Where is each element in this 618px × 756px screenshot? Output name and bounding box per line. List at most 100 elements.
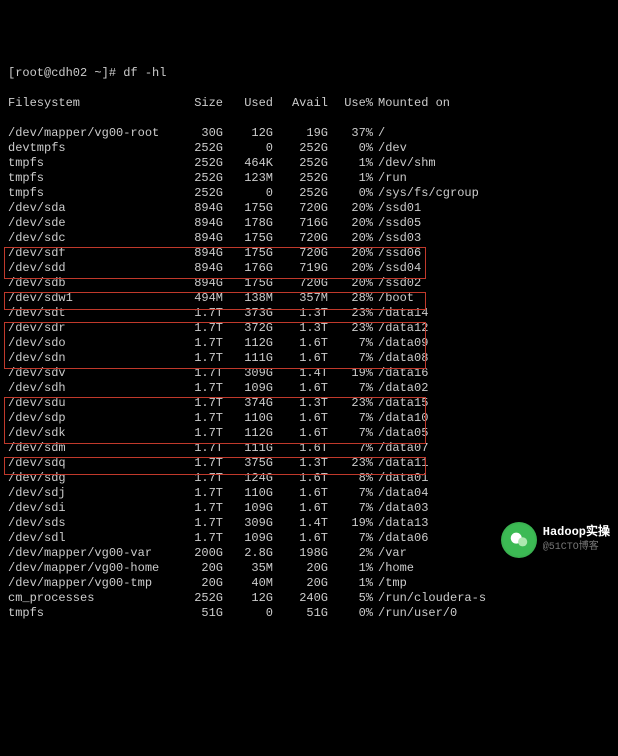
watermark-subtitle: @51CTO博客: [543, 540, 610, 555]
cell-used: 12G: [223, 591, 273, 606]
cell-fs: /dev/mapper/vg00-root: [8, 126, 183, 141]
cell-fs: /dev/sda: [8, 201, 183, 216]
cell-avail: 1.6T: [273, 381, 328, 396]
cell-avail: 252G: [273, 171, 328, 186]
cell-used: 2.8G: [223, 546, 273, 561]
cell-avail: 252G: [273, 156, 328, 171]
cell-used: 112G: [223, 336, 273, 351]
cell-avail: 1.4T: [273, 366, 328, 381]
cell-size: 1.7T: [183, 366, 223, 381]
prompt-prefix: [root@cdh02 ~]#: [8, 66, 123, 80]
cell-fs: /dev/sdg: [8, 471, 183, 486]
cell-size: 1.7T: [183, 426, 223, 441]
df-header-row: Filesystem Size Used Avail Use% Mounted …: [8, 96, 610, 111]
cell-used: 175G: [223, 276, 273, 291]
cell-avail: 1.6T: [273, 441, 328, 456]
watermark-text: Hadoop实操 @51CTO博客: [543, 525, 610, 555]
cell-usep: 20%: [328, 231, 373, 246]
cell-mnt: /data14: [373, 306, 428, 321]
cell-mnt: /run/cloudera-s: [373, 591, 486, 606]
df-row: tmpfs51G051G0%/run/user/0: [8, 606, 610, 621]
cell-mnt: /data09: [373, 336, 428, 351]
cell-used: 111G: [223, 351, 273, 366]
cell-used: 372G: [223, 321, 273, 336]
cell-size: 252G: [183, 186, 223, 201]
cell-size: 252G: [183, 591, 223, 606]
cell-used: 123M: [223, 171, 273, 186]
cell-fs: /dev/sdi: [8, 501, 183, 516]
watermark: Hadoop实操 @51CTO博客: [501, 522, 610, 558]
cell-used: 35M: [223, 561, 273, 576]
cell-usep: 5%: [328, 591, 373, 606]
df-row: /dev/sdb894G175G720G20%/ssd02: [8, 276, 610, 291]
cell-size: 1.7T: [183, 306, 223, 321]
cell-fs: /dev/sdv: [8, 366, 183, 381]
cell-usep: 23%: [328, 396, 373, 411]
cell-usep: 1%: [328, 171, 373, 186]
cell-mnt: /data12: [373, 321, 428, 336]
cell-usep: 23%: [328, 306, 373, 321]
cell-used: 464K: [223, 156, 273, 171]
cell-fs: /dev/sds: [8, 516, 183, 531]
cell-avail: 716G: [273, 216, 328, 231]
hdr-mnt: Mounted on: [373, 96, 450, 111]
cell-fs: /dev/sdp: [8, 411, 183, 426]
cell-fs: devtmpfs: [8, 141, 183, 156]
cell-mnt: /ssd06: [373, 246, 421, 261]
cell-usep: 7%: [328, 351, 373, 366]
cell-size: 1.7T: [183, 531, 223, 546]
cell-used: 309G: [223, 366, 273, 381]
cell-mnt: /boot: [373, 291, 414, 306]
cell-size: 252G: [183, 156, 223, 171]
cell-mnt: /dev/shm: [373, 156, 436, 171]
cell-usep: 20%: [328, 246, 373, 261]
df-row: /dev/sdg1.7T124G1.6T8%/data01: [8, 471, 610, 486]
cell-mnt: /data02: [373, 381, 428, 396]
cell-size: 1.7T: [183, 411, 223, 426]
df-row: /dev/sdr1.7T372G1.3T23%/data12: [8, 321, 610, 336]
cell-used: 0: [223, 186, 273, 201]
df-row: /dev/sdt1.7T373G1.3T23%/data14: [8, 306, 610, 321]
cell-size: 200G: [183, 546, 223, 561]
cell-size: 494M: [183, 291, 223, 306]
cell-used: 373G: [223, 306, 273, 321]
df-row: /dev/sdi1.7T109G1.6T7%/data03: [8, 501, 610, 516]
cell-usep: 19%: [328, 516, 373, 531]
df-row: /dev/sda894G175G720G20%/ssd01: [8, 201, 610, 216]
df-row: /dev/sdo1.7T112G1.6T7%/data09: [8, 336, 610, 351]
cell-size: 1.7T: [183, 441, 223, 456]
cell-fs: /dev/sdn: [8, 351, 183, 366]
cell-usep: 7%: [328, 336, 373, 351]
cell-used: 110G: [223, 411, 273, 426]
cell-fs: /dev/sdd: [8, 261, 183, 276]
cell-avail: 20G: [273, 576, 328, 591]
cell-used: 109G: [223, 531, 273, 546]
cell-size: 30G: [183, 126, 223, 141]
cell-size: 1.7T: [183, 516, 223, 531]
cell-usep: 7%: [328, 531, 373, 546]
cell-fs: /dev/sdr: [8, 321, 183, 336]
cell-usep: 20%: [328, 201, 373, 216]
cell-size: 20G: [183, 561, 223, 576]
cell-usep: 20%: [328, 276, 373, 291]
cell-size: 20G: [183, 576, 223, 591]
cell-used: 138M: [223, 291, 273, 306]
cell-avail: 1.6T: [273, 426, 328, 441]
cell-size: 51G: [183, 606, 223, 621]
df-row: /dev/mapper/vg00-root30G12G19G37%/: [8, 126, 610, 141]
cell-avail: 198G: [273, 546, 328, 561]
cell-mnt: /dev: [373, 141, 407, 156]
cell-fs: /dev/sdq: [8, 456, 183, 471]
cell-avail: 1.3T: [273, 396, 328, 411]
cell-size: 252G: [183, 171, 223, 186]
cell-usep: 23%: [328, 321, 373, 336]
cell-avail: 1.4T: [273, 516, 328, 531]
cell-avail: 1.6T: [273, 336, 328, 351]
cell-mnt: /ssd03: [373, 231, 421, 246]
cell-usep: 19%: [328, 366, 373, 381]
df-row: /dev/mapper/vg00-tmp20G40M20G1%/tmp: [8, 576, 610, 591]
cell-size: 1.7T: [183, 396, 223, 411]
df-row: /dev/sdh1.7T109G1.6T7%/data02: [8, 381, 610, 396]
cell-fs: /dev/sdu: [8, 396, 183, 411]
cell-avail: 357M: [273, 291, 328, 306]
